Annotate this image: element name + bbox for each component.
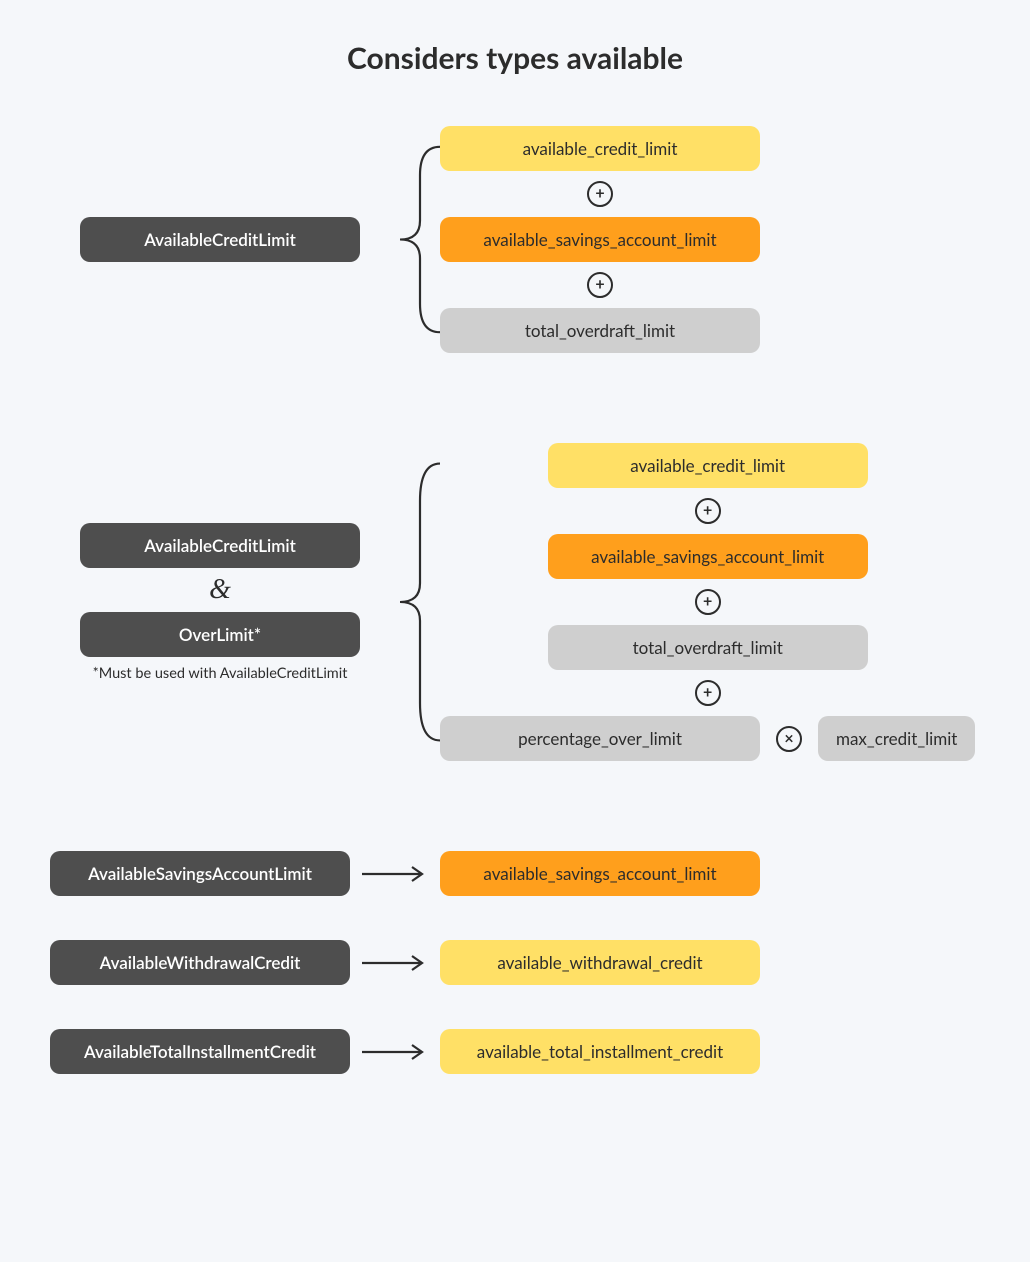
term-pill: available_savings_account_limit	[548, 534, 868, 579]
plus-icon: +	[587, 272, 613, 298]
plus-icon: +	[695, 589, 721, 615]
mapping-row: AvailableTotalInstallmentCredit availabl…	[50, 1029, 980, 1074]
term-pill: max_credit_limit	[818, 716, 975, 761]
footnote: *Must be used with AvailableCreditLimit	[93, 665, 348, 682]
term-pill: total_overdraft_limit	[548, 625, 868, 670]
plus-icon: +	[695, 498, 721, 524]
arrow-icon	[360, 864, 430, 884]
section-available-credit-limit: AvailableCreditLimit available_credit_li…	[50, 126, 980, 353]
term-pill: percentage_over_limit	[440, 716, 760, 761]
term-pill: available_savings_account_limit	[440, 217, 760, 262]
source-pill: AvailableTotalInstallmentCredit	[50, 1029, 350, 1074]
source-pill: AvailableCreditLimit	[80, 523, 360, 568]
term-pill: available_credit_limit	[440, 126, 760, 171]
source-pill: OverLimit*	[80, 612, 360, 657]
mapping-row: AvailableSavingsAccountLimit available_s…	[50, 851, 980, 896]
times-icon: ×	[776, 726, 802, 752]
mapping-row: AvailableWithdrawalCredit available_with…	[50, 940, 980, 985]
source-pill: AvailableWithdrawalCredit	[50, 940, 350, 985]
brace-icon	[390, 126, 440, 353]
plus-icon: +	[695, 680, 721, 706]
target-pill: available_withdrawal_credit	[440, 940, 760, 985]
source-pill: AvailableCreditLimit	[80, 217, 360, 262]
page-title: Considers types available	[50, 40, 980, 76]
source-pill: AvailableSavingsAccountLimit	[50, 851, 350, 896]
target-pill: available_total_installment_credit	[440, 1029, 760, 1074]
arrow-icon	[360, 1042, 430, 1062]
term-pill: total_overdraft_limit	[440, 308, 760, 353]
plus-icon: +	[587, 181, 613, 207]
arrow-icon	[360, 953, 430, 973]
term-pill: available_credit_limit	[548, 443, 868, 488]
ampersand: &	[209, 574, 231, 606]
target-pill: available_savings_account_limit	[440, 851, 760, 896]
section-overlimit: AvailableCreditLimit & OverLimit* *Must …	[50, 443, 980, 761]
simple-mappings: AvailableSavingsAccountLimit available_s…	[50, 851, 980, 1074]
brace-icon	[390, 443, 440, 761]
